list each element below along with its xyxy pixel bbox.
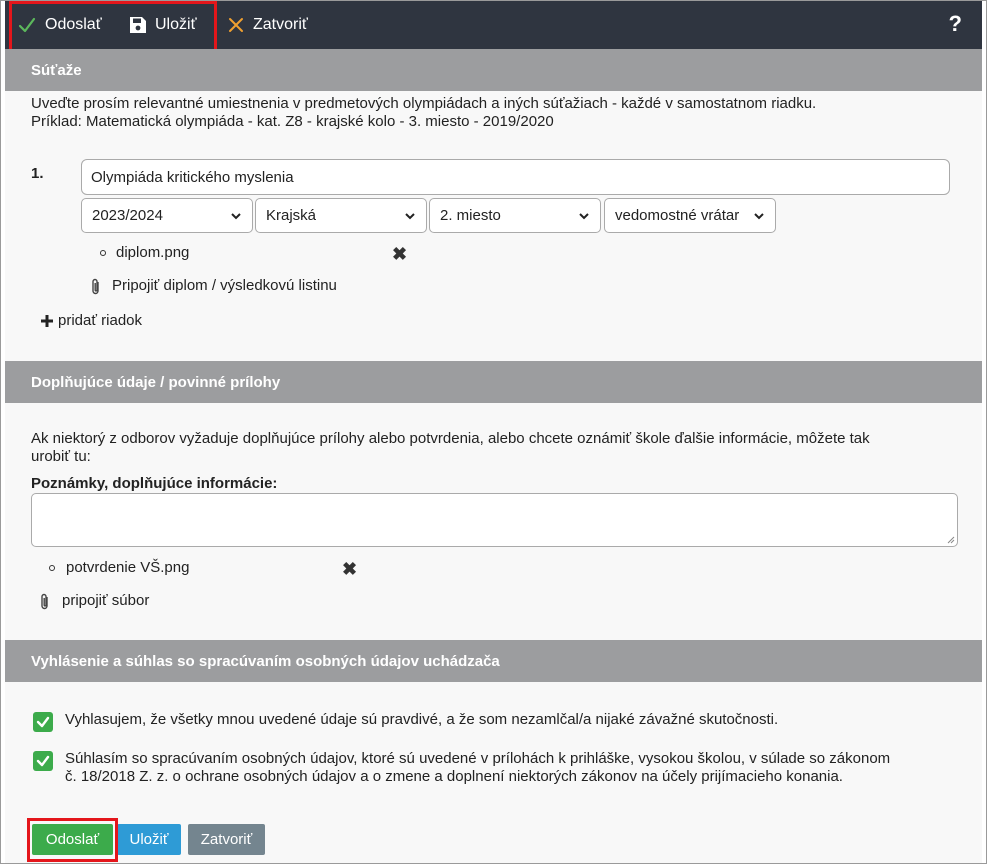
form-container: Odoslať Uložiť Zatvoriť ? Súťaže Uveďte … bbox=[5, 1, 982, 863]
section-title: Doplňujúce údaje / povinné prílohy bbox=[31, 373, 281, 391]
top-toolbar: Odoslať Uložiť Zatvoriť ? bbox=[5, 1, 982, 49]
chevron-down-icon bbox=[405, 212, 415, 219]
close-button[interactable]: Zatvoriť bbox=[227, 1, 308, 49]
year-select[interactable]: 2023/2024 bbox=[81, 198, 253, 233]
check-icon bbox=[18, 17, 36, 33]
consent-text: Súhlasím so spracúvaním osobných údajov,… bbox=[65, 750, 890, 786]
consent-line: Súhlasím so spracúvaním osobných údajov,… bbox=[65, 750, 891, 767]
section-header-declaration: Vyhlásenie a súhlas so spracúvaním osobn… bbox=[5, 640, 982, 682]
notes-textarea[interactable] bbox=[31, 493, 958, 547]
attachment-filename[interactable]: potvrdenie VŠ.png bbox=[66, 559, 189, 577]
footer-send-button[interactable]: Odoslať bbox=[32, 824, 113, 855]
save-button-label: Uložiť bbox=[155, 16, 197, 33]
application-window: Odoslať Uložiť Zatvoriť ? Súťaže Uveďte … bbox=[0, 0, 987, 864]
consent-line: č. 18/2018 Z. z. o ochrane osobných údaj… bbox=[65, 768, 843, 785]
paperclip-icon bbox=[41, 593, 48, 610]
year-value: 2023/2024 bbox=[92, 207, 163, 224]
attach-file-link[interactable]: pripojiť súbor bbox=[62, 592, 149, 610]
add-row-label: pridať riadok bbox=[58, 312, 143, 329]
notes-label: Poznámky, doplňujúce informácie: bbox=[31, 475, 278, 492]
level-value: Krajská bbox=[266, 207, 317, 224]
supplementary-intro: Ak niektorý z odborov vyžaduje doplňujúc… bbox=[31, 430, 870, 466]
section-header-competitions: Súťaže bbox=[5, 49, 982, 91]
competitions-intro: Uveďte prosím relevantné umiestnenia v p… bbox=[31, 95, 816, 131]
section-title: Súťaže bbox=[31, 61, 82, 79]
declaration-text: Vyhlasujem, že všetky mnou uvedené údaje… bbox=[65, 711, 779, 728]
send-button[interactable]: Odoslať bbox=[17, 1, 102, 49]
section-title: Vyhlásenie a súhlas so spracúvaním osobn… bbox=[31, 652, 500, 670]
add-row-button[interactable]: pridať riadok bbox=[40, 312, 142, 329]
intro-line: urobiť tu: bbox=[31, 448, 91, 465]
floppy-disk-icon bbox=[130, 17, 146, 33]
paperclip-icon bbox=[92, 278, 99, 295]
intro-line: Ak niektorý z odborov vyžaduje doplňujúc… bbox=[31, 430, 870, 447]
close-x-icon bbox=[229, 18, 243, 32]
chevron-down-icon bbox=[231, 212, 241, 219]
competition-name-input[interactable]: Olympiáda kritického myslenia bbox=[81, 159, 950, 195]
level-select[interactable]: Krajská bbox=[255, 198, 427, 233]
consent-checkbox[interactable] bbox=[33, 751, 53, 771]
attachment-filename[interactable]: diplom.png bbox=[116, 244, 189, 262]
help-icon[interactable]: ? bbox=[949, 11, 962, 37]
list-bullet bbox=[49, 565, 55, 571]
place-value: 2. miesto bbox=[440, 207, 501, 224]
footer-save-button[interactable]: Uložiť bbox=[117, 824, 181, 855]
category-select[interactable]: vedomostné vrátar bbox=[604, 198, 776, 233]
place-select[interactable]: 2. miesto bbox=[429, 198, 601, 233]
remove-attachment-icon[interactable]: ✖ bbox=[342, 559, 357, 580]
declaration-checkbox[interactable] bbox=[33, 712, 53, 732]
remove-attachment-icon[interactable]: ✖ bbox=[392, 244, 407, 265]
list-bullet bbox=[100, 250, 106, 256]
resize-handle-icon[interactable] bbox=[946, 535, 955, 544]
plus-icon bbox=[41, 314, 53, 327]
send-button-label: Odoslať bbox=[45, 16, 102, 33]
competition-name-value: Olympiáda kritického myslenia bbox=[91, 168, 294, 186]
checkmark-icon bbox=[36, 755, 50, 767]
footer-close-button[interactable]: Zatvoriť bbox=[188, 824, 265, 855]
row-number: 1. bbox=[31, 165, 44, 182]
chevron-down-icon bbox=[579, 212, 589, 219]
save-button[interactable]: Uložiť bbox=[129, 1, 197, 49]
section-header-supplementary: Doplňujúce údaje / povinné prílohy bbox=[5, 361, 982, 403]
checkmark-icon bbox=[36, 716, 50, 728]
attach-diploma-link[interactable]: Pripojiť diplom / výsledkovú listinu bbox=[112, 277, 337, 295]
intro-line: Uveďte prosím relevantné umiestnenia v p… bbox=[31, 95, 817, 112]
chevron-down-icon bbox=[754, 212, 764, 219]
close-button-label: Zatvoriť bbox=[253, 16, 308, 33]
example-line: Príklad: Matematická olympiáda - kat. Z8… bbox=[31, 113, 554, 130]
category-value: vedomostné vrátar bbox=[615, 207, 740, 224]
